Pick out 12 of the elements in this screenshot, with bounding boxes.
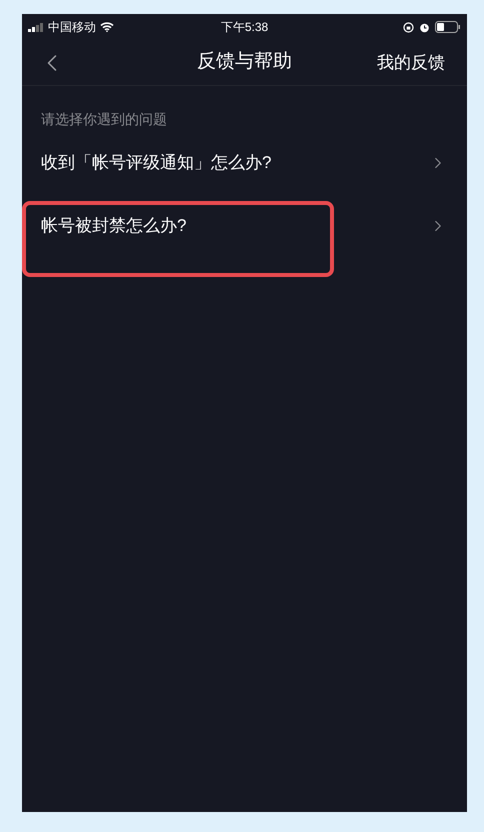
page-title: 反馈与帮助 [197,50,292,74]
battery-icon [434,21,461,33]
signal-icon [28,22,44,32]
status-time: 下午5:38 [220,19,268,36]
my-feedback-button[interactable]: 我的反馈 [377,50,445,76]
rotation-lock-icon [402,22,414,32]
carrier-name: 中国移动 [48,19,96,36]
help-item[interactable]: 帐号被封禁怎么办? [22,203,467,248]
help-item[interactable]: 收到「帐号评级通知」怎么办? [22,140,467,185]
section-hint: 请选择你遇到的问题 [41,111,167,127]
alarm-icon [418,22,430,32]
wifi-icon [100,22,114,32]
